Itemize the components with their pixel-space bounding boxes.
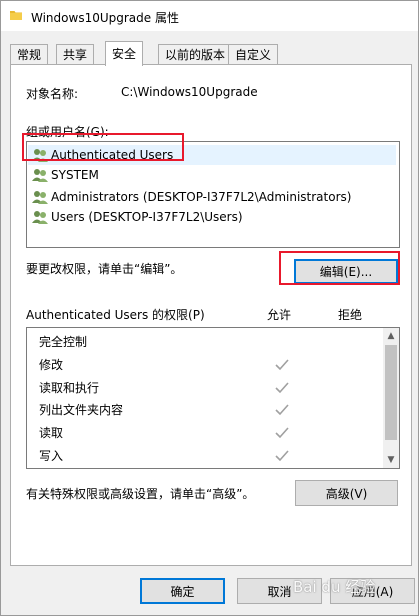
deny-column-header: 拒绝: [338, 308, 363, 322]
users-group-icon: [32, 211, 48, 224]
properties-window: Windows10Upgrade 属性 常规 共享 安全 以前的版本 自定义 对…: [0, 0, 419, 616]
advanced-button[interactable]: 高级(V): [295, 480, 398, 506]
edit-button[interactable]: 编辑(E)...: [294, 259, 398, 284]
user-name: Administrators (DESKTOP-I37F7L2\Administ…: [51, 190, 352, 204]
permission-row: 读取和执行: [39, 381, 100, 395]
permissions-header: Authenticated Users 的权限(P): [26, 308, 205, 322]
object-name-label: 对象名称:: [26, 87, 79, 101]
users-group-icon: [32, 149, 48, 162]
group-label: 组或用户名(G):: [26, 125, 109, 139]
allow-check-icon: [275, 359, 289, 371]
allow-check-icon: [275, 382, 289, 394]
edit-hint: 要更改权限，请单击“编辑”。: [26, 262, 183, 276]
users-listbox[interactable]: Authenticated Users SYSTEM Administrator…: [26, 141, 400, 248]
list-item-administrators[interactable]: Administrators (DESKTOP-I37F7L2\Administ…: [32, 187, 351, 207]
permission-row: 完全控制: [39, 335, 88, 349]
allow-check-icon: [275, 404, 289, 416]
ok-button[interactable]: 确定: [140, 578, 225, 604]
users-group-icon: [32, 169, 48, 182]
list-item-users[interactable]: Users (DESKTOP-I37F7L2\Users): [32, 207, 243, 227]
window-title: Windows10Upgrade 属性: [31, 11, 179, 25]
allow-column-header: 允许: [267, 308, 292, 322]
tab-customize[interactable]: 自定义: [228, 44, 279, 65]
watermark: Bai du 经验: [293, 578, 376, 596]
list-item-authenticated-users[interactable]: Authenticated Users: [28, 145, 396, 165]
title-bar[interactable]: Windows10Upgrade 属性: [1, 1, 418, 31]
allow-check-icon: [275, 427, 289, 439]
permissions-scrollbar[interactable]: ▲ ▼: [383, 328, 399, 468]
user-name: Users (DESKTOP-I37F7L2\Users): [51, 210, 243, 224]
user-name: Authenticated Users: [51, 148, 174, 162]
advanced-hint: 有关特殊权限或高级设置，请单击“高级”。: [26, 487, 255, 501]
tab-security[interactable]: 安全: [105, 41, 144, 66]
tab-general[interactable]: 常规: [10, 44, 49, 65]
scrollbar-thumb[interactable]: [385, 345, 397, 440]
permission-row: 修改: [39, 358, 64, 372]
users-group-icon: [32, 191, 48, 204]
folder-icon: [10, 11, 22, 20]
tab-sharing[interactable]: 共享: [56, 44, 95, 65]
allow-check-icon: [275, 450, 289, 462]
permissions-list[interactable]: 完全控制 修改 读取和执行 列出文件夹内容 读取 写入 ▲ ▼: [26, 327, 400, 469]
scroll-down-icon[interactable]: ▼: [383, 452, 399, 468]
permission-row: 列出文件夹内容: [39, 403, 124, 417]
permission-row: 读取: [39, 426, 64, 440]
tab-previous-versions[interactable]: 以前的版本: [158, 44, 233, 65]
list-item-system[interactable]: SYSTEM: [32, 165, 99, 185]
user-name: SYSTEM: [51, 168, 99, 182]
object-name-value: C:\Windows10Upgrade: [121, 85, 258, 99]
scroll-up-icon[interactable]: ▲: [383, 328, 399, 344]
permission-row: 写入: [39, 449, 64, 463]
